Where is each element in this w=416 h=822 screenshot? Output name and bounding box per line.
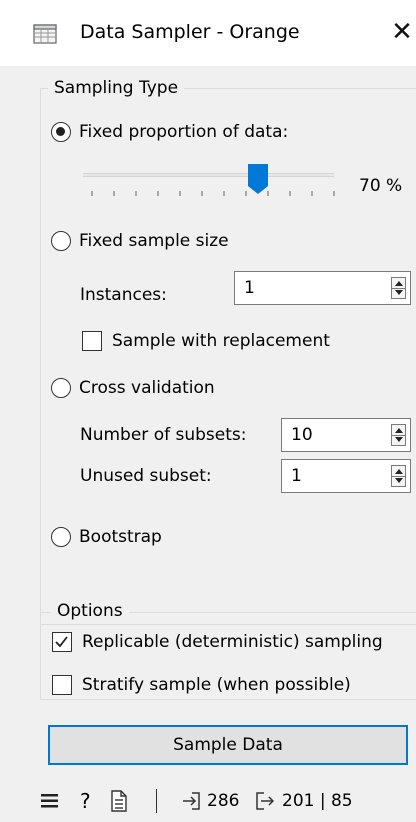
input-count: 286	[207, 791, 240, 811]
report-icon[interactable]	[110, 790, 128, 812]
app-window: Data Sampler - Orange ✕ Sampling Type Fi…	[0, 0, 416, 822]
checkbox-sample-with-replacement[interactable]: Sample with replacement	[82, 328, 330, 354]
arrow-up-icon	[395, 281, 403, 286]
instances-value: 1	[244, 278, 255, 298]
help-icon[interactable]: ?	[80, 783, 91, 819]
subsets-value: 10	[291, 425, 313, 445]
widget-body: Sampling Type Fixed proportion of data:	[0, 66, 416, 822]
sampling-type-title: Sampling Type	[48, 77, 185, 99]
checkbox-box	[52, 675, 72, 695]
unused-subset-value: 1	[291, 466, 302, 486]
proportion-value: 70 %	[359, 173, 402, 199]
instances-label-text: Instances:	[80, 285, 167, 305]
checkbox-box	[52, 632, 72, 652]
arrow-up-icon	[395, 469, 403, 474]
radio-indicator	[51, 231, 71, 251]
status-bar: ? 286 201 | 85	[0, 783, 416, 819]
unused-subset-stepper[interactable]	[391, 465, 406, 487]
sample-data-button[interactable]: Sample Data	[48, 725, 408, 765]
instances-stepper[interactable]	[391, 277, 406, 299]
instances-label: Instances:	[80, 282, 167, 308]
radio-indicator	[51, 527, 71, 547]
status-divider	[156, 789, 157, 813]
arrow-down-icon	[395, 478, 403, 483]
sample-with-replacement-label: Sample with replacement	[112, 331, 330, 351]
arrow-up-icon	[395, 428, 403, 433]
radio-cross-validation[interactable]: Cross validation	[51, 375, 215, 401]
slider-thumb[interactable]	[248, 164, 268, 194]
radio-bootstrap[interactable]: Bootstrap	[51, 524, 162, 550]
subsets-spinbox[interactable]: 10	[281, 418, 411, 452]
data-sampler-icon	[33, 24, 57, 44]
checkbox-replicable[interactable]: Replicable (deterministic) sampling	[52, 629, 383, 655]
stratify-label: Stratify sample (when possible)	[82, 675, 351, 695]
proportion-value-text: 70 %	[359, 176, 403, 196]
unused-subset-label: Unused subset:	[80, 463, 212, 489]
subsets-stepper[interactable]	[391, 424, 406, 446]
checkmark-icon	[55, 636, 68, 648]
replicable-label: Replicable (deterministic) sampling	[82, 632, 383, 652]
radio-fixed-sample-size[interactable]: Fixed sample size	[51, 228, 229, 254]
radio-cross-validation-label: Cross validation	[79, 378, 215, 398]
output-icon	[256, 792, 274, 810]
checkbox-box	[82, 331, 102, 351]
radio-bootstrap-label: Bootstrap	[79, 527, 162, 547]
subsets-label: Number of subsets:	[80, 422, 246, 448]
radio-indicator	[51, 122, 71, 142]
title-bar[interactable]: Data Sampler - Orange ✕	[0, 0, 416, 66]
proportion-slider[interactable]	[80, 163, 350, 203]
close-button[interactable]: ✕	[388, 14, 416, 50]
unused-subset-label-text: Unused subset:	[80, 466, 212, 486]
arrow-down-icon	[395, 437, 403, 442]
instances-spinbox[interactable]: 1	[234, 271, 411, 305]
window-title: Data Sampler - Orange	[80, 21, 300, 43]
radio-fixed-proportion-label: Fixed proportion of data:	[79, 122, 289, 142]
options-title: Options	[51, 600, 129, 622]
arrow-down-icon	[395, 290, 403, 295]
radio-indicator	[51, 378, 71, 398]
unused-subset-spinbox[interactable]: 1	[281, 459, 411, 493]
radio-fixed-sample-size-label: Fixed sample size	[79, 231, 229, 251]
menu-icon[interactable]	[40, 791, 60, 811]
subsets-label-text: Number of subsets:	[80, 425, 247, 445]
input-icon	[183, 792, 200, 810]
radio-fixed-proportion[interactable]: Fixed proportion of data:	[51, 119, 288, 145]
checkbox-stratify[interactable]: Stratify sample (when possible)	[52, 672, 351, 698]
output-count: 201 | 85	[282, 791, 353, 811]
